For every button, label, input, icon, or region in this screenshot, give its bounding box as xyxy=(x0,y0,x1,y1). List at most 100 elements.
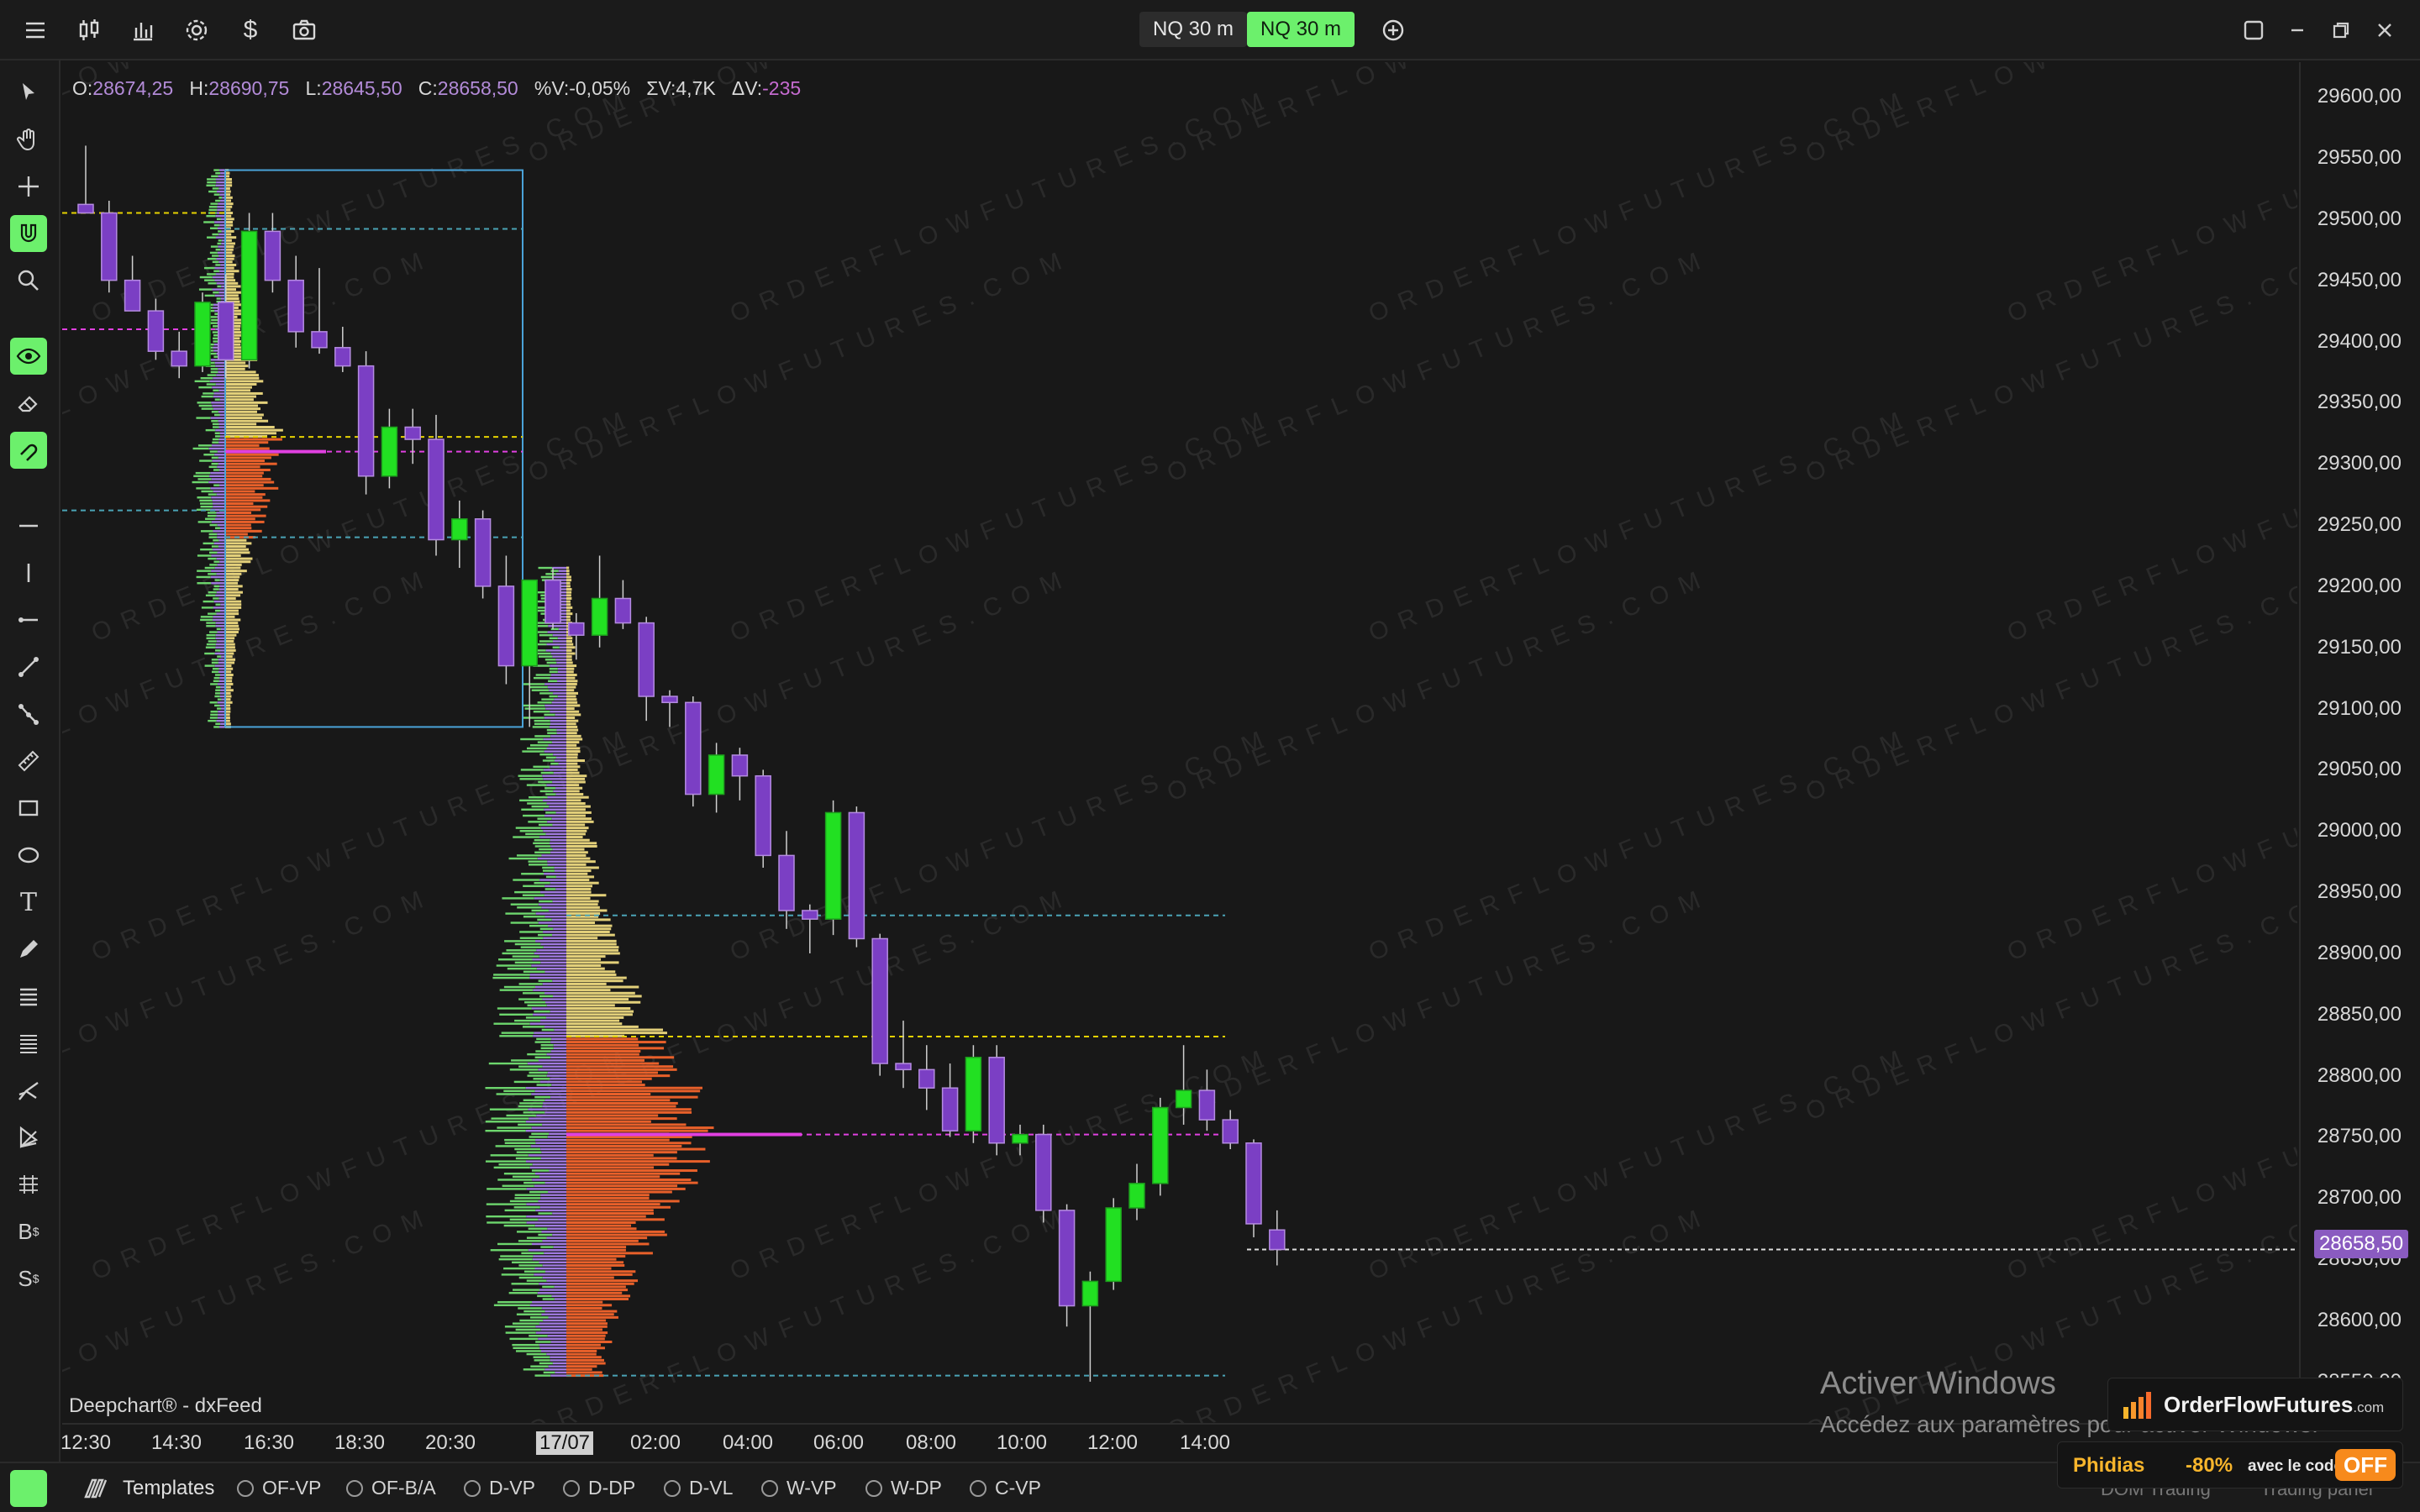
candles-icon[interactable] xyxy=(71,12,108,49)
fib-extension-icon[interactable] xyxy=(10,1025,47,1062)
bid-ask-profile-bar xyxy=(213,223,220,227)
volume-profile-bar xyxy=(566,609,571,612)
crosshair-icon[interactable] xyxy=(10,168,47,205)
minimize-icon[interactable] xyxy=(2279,12,2316,49)
bid-ask-profile-bar xyxy=(215,603,221,606)
ellipse-icon[interactable] xyxy=(10,837,47,874)
settings-icon[interactable] xyxy=(178,12,215,49)
template-d-dp[interactable]: D-DP xyxy=(563,1477,635,1499)
bid-ask-profile-bar xyxy=(538,655,553,658)
dollar-icon[interactable]: $ xyxy=(232,12,269,49)
fib-icon[interactable] xyxy=(10,978,47,1015)
volume-profile-bar xyxy=(566,1263,625,1267)
pitchfork-icon[interactable] xyxy=(10,1072,47,1109)
template-w-dp[interactable]: W-DP xyxy=(865,1477,942,1499)
hand-icon[interactable] xyxy=(10,121,47,158)
lock-magnet-icon[interactable] xyxy=(10,432,47,469)
bid-ask-profile-bar xyxy=(506,1114,537,1117)
volume-profile-bar xyxy=(225,263,237,266)
volume-profile-bar xyxy=(566,985,639,989)
camera-icon[interactable] xyxy=(286,12,323,49)
candle-body xyxy=(1105,1207,1122,1283)
brand-b-icon[interactable]: B $ xyxy=(10,1213,47,1250)
polyline-icon[interactable] xyxy=(10,696,47,732)
bid-ask-profile-bar xyxy=(531,1093,566,1095)
bid-ask-profile-bar xyxy=(533,842,550,845)
trendline-icon[interactable] xyxy=(10,648,47,685)
bid-ask-profile-bar xyxy=(518,1264,543,1267)
bid-ask-profile-bar xyxy=(550,664,566,667)
eraser-icon[interactable] xyxy=(10,385,47,422)
magnet-icon[interactable] xyxy=(10,215,47,252)
restore-icon[interactable] xyxy=(2235,12,2272,49)
rectangle-icon[interactable] xyxy=(10,790,47,827)
templates-icon[interactable] xyxy=(82,1475,109,1502)
high-value: 28690,75 xyxy=(208,77,290,99)
volume-profile-bar xyxy=(225,288,236,291)
volume-profile-bar xyxy=(566,1068,677,1071)
eye-icon[interactable] xyxy=(10,338,47,375)
menu-icon[interactable] xyxy=(17,12,54,49)
template-c-vp[interactable]: C-VP xyxy=(970,1477,1041,1499)
bid-ask-profile-bar xyxy=(201,606,213,609)
bid-ask-profile-bar xyxy=(534,845,551,848)
bid-ask-profile-bar xyxy=(549,689,566,691)
bid-ask-profile-bar xyxy=(534,1224,566,1227)
ray-icon[interactable] xyxy=(10,601,47,638)
symbol-tab-nq-active[interactable]: NQ 30 m xyxy=(1247,12,1355,47)
volume-profile-bar xyxy=(566,967,605,970)
volume-profile-bar xyxy=(566,952,620,955)
volume-profile-bar xyxy=(566,1016,624,1019)
template-of-ba[interactable]: OF-B/A xyxy=(346,1477,436,1499)
bid-ask-profile-bar xyxy=(218,197,223,199)
gann-icon[interactable] xyxy=(10,1119,47,1156)
bid-ask-profile-bar xyxy=(550,722,566,725)
bid-ask-profile-bar xyxy=(194,380,210,383)
bid-ask-profile-bar xyxy=(508,857,538,860)
pencil-icon[interactable] xyxy=(10,931,47,968)
close-icon[interactable] xyxy=(2366,12,2403,49)
horizontal-line-icon[interactable] xyxy=(10,507,47,544)
price-axis[interactable]: 29600,00 29550,00 29500,00 29450,00 29400,00… xyxy=(2299,62,2420,1423)
template-d-vp[interactable]: D-VP xyxy=(464,1477,535,1499)
bid-ask-profile-bar xyxy=(524,1001,546,1004)
ruler-icon[interactable] xyxy=(10,743,47,780)
zoom-icon[interactable] xyxy=(10,262,47,299)
candle-body xyxy=(661,696,678,704)
volume-profile-bar xyxy=(566,661,573,664)
phidias-promo-ad[interactable]: Phidias -80% avec le code OFF xyxy=(2057,1441,2403,1488)
text-icon[interactable]: T xyxy=(10,884,47,921)
bid-ask-profile-bar xyxy=(546,1236,566,1239)
panel-toggle-button[interactable] xyxy=(10,1470,47,1507)
bid-ask-profile-bar xyxy=(212,404,225,407)
bid-ask-profile-bar xyxy=(525,1130,566,1132)
brand-s-icon[interactable]: S $ xyxy=(10,1260,47,1297)
price-chart[interactable]: ORDERFLOWFUTURES.COM ORDERFLOWFUTURES.COM… xyxy=(62,62,2297,1423)
levels-icon[interactable] xyxy=(10,1166,47,1203)
volume-profile-bar xyxy=(225,272,234,276)
bid-ask-profile-bar xyxy=(192,447,209,450)
vertical-line-icon[interactable] xyxy=(10,554,47,591)
bid-ask-profile-bar xyxy=(219,726,225,728)
bid-ask-profile-bar xyxy=(214,652,225,655)
bid-ask-profile-bar xyxy=(209,717,218,719)
volume-profile-bar xyxy=(225,190,231,193)
template-d-vl[interactable]: D-VL xyxy=(664,1477,733,1499)
bid-ask-profile-bar xyxy=(505,1331,536,1334)
pointer-icon[interactable] xyxy=(10,74,47,111)
volume-profile-bar xyxy=(225,480,275,484)
bid-ask-profile-bar xyxy=(547,631,566,633)
bid-ask-profile-bar xyxy=(519,931,544,933)
template-w-vp[interactable]: W-VP xyxy=(761,1477,837,1499)
add-icon[interactable] xyxy=(1375,12,1412,49)
volume-profile-bar xyxy=(566,805,591,808)
symbol-tab-nq[interactable]: NQ 30 m xyxy=(1139,12,1248,47)
bars-icon[interactable] xyxy=(124,12,161,49)
template-of-vp[interactable]: OF-VP xyxy=(237,1477,321,1499)
orderflowfutures-ad[interactable]: OrderFlowFutures.com xyxy=(2107,1378,2403,1431)
bid-ask-profile-bar xyxy=(529,974,566,976)
bid-ask-profile-bar xyxy=(552,640,566,643)
bid-ask-profile-bar xyxy=(528,1108,566,1110)
maximize-icon[interactable] xyxy=(2323,12,2360,49)
bid-ask-profile-bar xyxy=(550,711,566,713)
